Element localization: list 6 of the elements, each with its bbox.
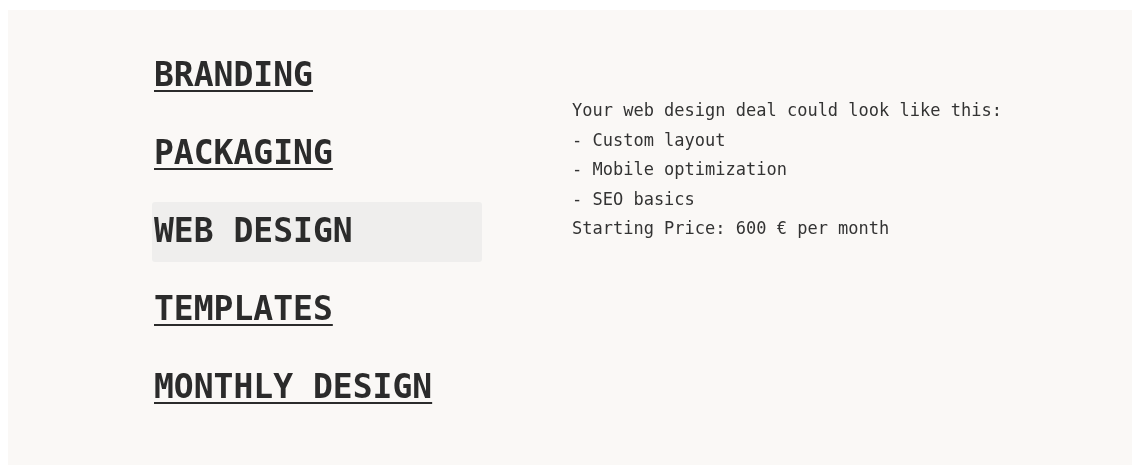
menu-link[interactable]: TEMPLATES [152, 280, 335, 340]
menu-link[interactable]: PACKAGING [152, 124, 335, 184]
deal-description: Your web design deal could look like this: - Custom layout - Mobile optimization - SEO basics Starting Price: 600 € per month [572, 99, 1003, 240]
menu-link[interactable]: BRANDING [152, 46, 315, 106]
menu-link[interactable]: MONTHLY DESIGN [152, 358, 435, 418]
menu-link[interactable]: WEB DESIGN [152, 202, 482, 262]
